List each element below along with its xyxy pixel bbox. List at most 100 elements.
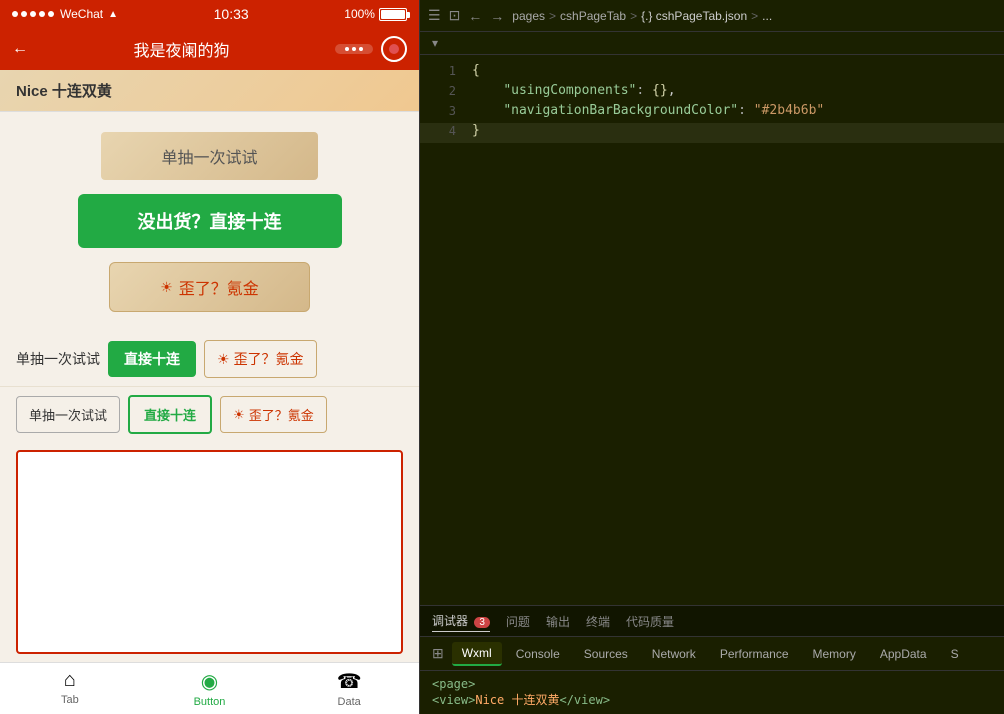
tab-home-icon: ⌂: [64, 669, 76, 692]
code-line-1: 1 {: [420, 63, 1004, 83]
inline-ten-button-2[interactable]: 直接十连: [128, 395, 212, 434]
hamburger-icon[interactable]: ☰: [428, 7, 441, 24]
line-num-2: 2: [428, 83, 456, 98]
devtools-tab-s[interactable]: S: [941, 643, 969, 665]
code-content-1: {: [472, 63, 480, 78]
inline-gale-icon-1: ☀: [217, 351, 230, 368]
bottom-panel: 调试器 3 问题 输出 终端 代码质量 ⊞ Wxml Console Sourc…: [420, 605, 1004, 714]
inline-gale-button-1[interactable]: ☀ 歪了？氪金: [204, 340, 317, 378]
statusbar-right: 100%: [344, 7, 407, 21]
collapse-button[interactable]: ▾: [428, 34, 442, 52]
inline-gale-label-1: 歪了？氪金: [234, 349, 304, 369]
inline-ten-button-1[interactable]: 直接十连: [108, 341, 196, 377]
tab-item-data[interactable]: ☎ Data: [279, 669, 419, 708]
code-content-2: "usingComponents": {},: [472, 83, 676, 98]
breadcrumb-sep1: >: [549, 9, 556, 23]
debugger-label: 调试器: [432, 614, 468, 628]
statusbar-time: 10:33: [214, 6, 249, 22]
code-editor[interactable]: 1 { 2 "usingComponents": {}, 3 "navigati…: [420, 55, 1004, 605]
bottom-tab-debugger[interactable]: 调试器 3: [432, 610, 490, 632]
bottom-tab-output[interactable]: 输出: [546, 611, 570, 632]
forward-icon[interactable]: →: [490, 8, 504, 24]
inline-gale-label-2: 歪了？氪金: [249, 405, 314, 424]
inline-single-button-2[interactable]: 单抽一次试试: [16, 396, 120, 433]
phone-statusbar: WeChat ▲ 10:33 100%: [0, 0, 419, 28]
code-content-3: "navigationBarBackgroundColor": "#2b4b6b…: [472, 103, 824, 118]
dom-view-close: </view>: [559, 693, 610, 707]
navbar-record-button[interactable]: [381, 36, 407, 62]
navbar-right: [335, 36, 407, 62]
back-icon[interactable]: ←: [468, 8, 482, 24]
bottom-tabs-bar: 调试器 3 问题 输出 终端 代码质量: [420, 606, 1004, 637]
bottom-tab-issues[interactable]: 问题: [506, 611, 530, 632]
devtools-tab-network[interactable]: Network: [642, 643, 706, 665]
bookmark-icon[interactable]: ⊡: [449, 7, 461, 24]
ten-draw-button[interactable]: 没出货？直接十连: [78, 194, 342, 248]
signal-dots: [12, 11, 54, 17]
inline-row-1: 单抽一次试试 直接十连 ☀ 歪了？氪金: [0, 332, 419, 387]
statusbar-left: WeChat ▲: [12, 7, 118, 21]
dom-path: <page>: [432, 677, 992, 691]
code-line-4: 4 }: [420, 123, 1004, 143]
devtools-tab-sources[interactable]: Sources: [574, 643, 638, 665]
bottom-tab-quality[interactable]: 代码质量: [626, 611, 674, 632]
inline-gale-button-2[interactable]: ☀ 歪了？氪金: [220, 396, 327, 433]
devtools-tab-console[interactable]: Console: [506, 643, 570, 665]
dom-view-open: <view>: [432, 693, 475, 707]
result-box: [16, 450, 403, 654]
code-line-2: 2 "usingComponents": {},: [420, 83, 1004, 103]
code-line-3: 3 "navigationBarBackgroundColor": "#2b4b…: [420, 103, 1004, 123]
gale-label: 歪了？氪金: [179, 275, 259, 299]
breadcrumb-sep3: >: [751, 9, 758, 23]
draw-section: 单抽一次试试 没出货？直接十连 ☀ 歪了？氪金: [0, 112, 419, 332]
debugger-badge: 3: [474, 617, 490, 628]
devtools-tabs: ⊞ Wxml Console Sources Network Performan…: [420, 637, 1004, 671]
breadcrumb-json-file: {.} cshPageTab.json: [641, 9, 747, 23]
breadcrumb-ellipsis: ...: [762, 9, 772, 23]
battery-percent: 100%: [344, 7, 375, 21]
breadcrumb: pages > cshPageTab > {.} cshPageTab.json…: [512, 9, 772, 23]
devtools-tab-performance[interactable]: Performance: [710, 643, 799, 665]
breadcrumb-sep2: >: [630, 9, 637, 23]
single-draw-button[interactable]: 单抽一次试试: [101, 132, 317, 180]
devtools-tab-wxml[interactable]: Wxml: [452, 642, 502, 666]
phone-tabbar: ⌂ Tab ◉ Button ☎ Data: [0, 662, 419, 714]
dom-preview: <view>Nice 十连双黄</view>: [432, 691, 992, 708]
gale-button[interactable]: ☀ 歪了？氪金: [109, 262, 310, 312]
nice-banner: Nice 十连双黄: [0, 70, 419, 112]
breadcrumb-tab: cshPageTab: [560, 9, 626, 23]
bottom-tab-terminal[interactable]: 终端: [586, 611, 610, 632]
line-num-1: 1: [428, 63, 456, 78]
wifi-icon: ▲: [108, 9, 118, 20]
devtools-sidebar-icon[interactable]: ⊞: [428, 641, 448, 666]
tab-button-label: Button: [194, 696, 226, 708]
tab-tab-label: Tab: [61, 694, 79, 706]
tab-button-icon: ◉: [201, 669, 218, 694]
line-num-3: 3: [428, 103, 456, 118]
tab-data-label: Data: [338, 696, 361, 708]
editor-panel: ☰ ⊡ ← → pages > cshPageTab > {.} cshPage…: [420, 0, 1004, 714]
line-num-4: 4: [428, 123, 456, 138]
battery-icon: [379, 8, 407, 21]
inline-label-1: 单抽一次试试: [16, 349, 100, 369]
navbar-more-button[interactable]: [335, 44, 373, 54]
tab-data-icon: ☎: [337, 669, 362, 694]
dom-view-text: Nice 十连双黄: [475, 693, 559, 707]
tab-item-button[interactable]: ◉ Button: [140, 669, 280, 708]
phone-content: Nice 十连双黄 单抽一次试试 没出货？直接十连 ☀ 歪了？氪金 单抽一次试试…: [0, 70, 419, 662]
inline-gale-icon-2: ☀: [233, 407, 245, 423]
gale-sun-icon: ☀: [160, 279, 173, 296]
editor-toolbar: ☰ ⊡ ← → pages > cshPageTab > {.} cshPage…: [420, 0, 1004, 32]
collapse-section: ▾: [420, 32, 1004, 55]
tab-item-tab[interactable]: ⌂ Tab: [0, 669, 140, 708]
phone-navbar: ← 我是夜阑的狗: [0, 28, 419, 70]
devtools-tab-memory[interactable]: Memory: [803, 643, 866, 665]
devtools-tab-appdata[interactable]: AppData: [870, 643, 937, 665]
carrier-label: WeChat: [60, 7, 103, 21]
dom-content: <page> <view>Nice 十连双黄</view>: [420, 671, 1004, 714]
dom-page-tag: <page>: [432, 677, 475, 691]
code-content-4: }: [472, 123, 480, 138]
navbar-back-icon[interactable]: ←: [12, 40, 28, 58]
navbar-title: 我是夜阑的狗: [28, 37, 335, 61]
phone-simulator: WeChat ▲ 10:33 100% ← 我是夜阑的狗 Nice 十: [0, 0, 420, 714]
